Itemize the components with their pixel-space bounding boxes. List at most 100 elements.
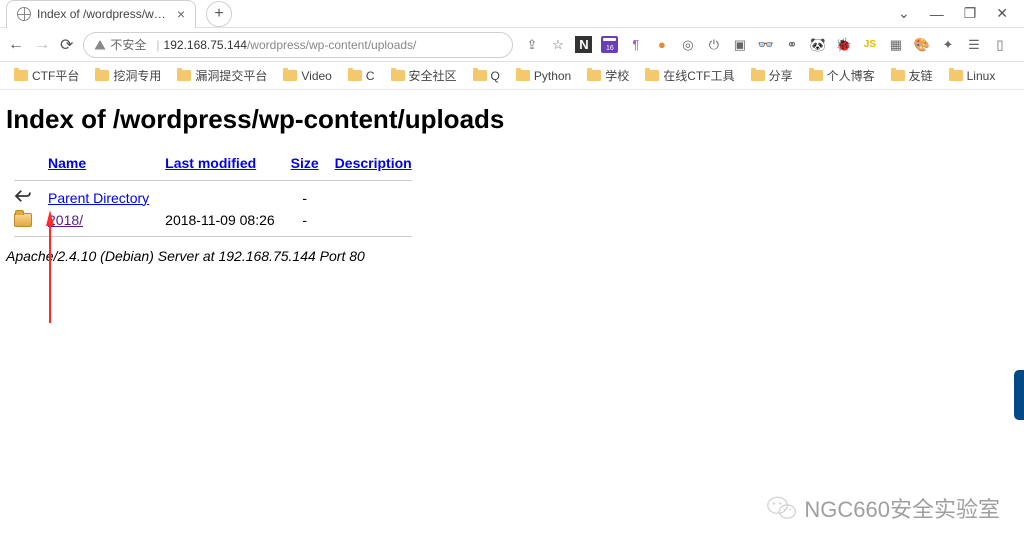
bookmark-label: Video <box>301 69 331 83</box>
close-window-button[interactable]: ✕ <box>996 5 1008 22</box>
bookmark-label: 安全社区 <box>409 67 457 84</box>
toolbar-icons: ⇪ ☆ N ¶ ● ◎ ⏻ ▣ 👓 ⚭ 🐼 🐞 JS ▦ 🎨 ✦ ☰ ▯ ⋮ <box>523 36 1024 53</box>
ext-icon-link[interactable]: ⚭ <box>783 36 800 53</box>
url-host: 192.168.75.144 <box>164 38 247 52</box>
entry-modified <box>157 186 283 209</box>
table-row: 2018/2018-11-09 08:26- <box>6 209 420 231</box>
window-controls: ⌄ — ❐ ✕ <box>898 5 1018 22</box>
folder-icon <box>516 70 530 81</box>
browser-tab[interactable]: Index of /wordpress/wp-conte × <box>6 0 196 28</box>
page-title: Index of /wordpress/wp-content/uploads <box>6 104 1018 135</box>
insecure-badge[interactable]: 不安全 <box>94 36 146 53</box>
bookmark-label: 个人博客 <box>827 67 875 84</box>
tab-title: Index of /wordpress/wp-conte <box>37 7 169 21</box>
folder-icon <box>391 70 405 81</box>
col-size[interactable]: Size <box>291 155 319 171</box>
bookmark-label: 在线CTF工具 <box>663 67 734 84</box>
side-tab-handle[interactable] <box>1014 370 1024 420</box>
bookmark-item[interactable]: 在线CTF工具 <box>639 65 740 86</box>
back-button[interactable]: ← <box>8 35 24 55</box>
table-row: Parent Directory - <box>6 186 420 209</box>
entry-link[interactable]: 2018/ <box>48 212 83 228</box>
folder-icon <box>587 70 601 81</box>
ext-icon-paint[interactable]: 🎨 <box>913 36 930 53</box>
watermark: NGC660安全实验室 <box>766 492 1000 524</box>
forward-button[interactable]: → <box>34 35 50 55</box>
folder-icon <box>348 70 362 81</box>
entry-modified: 2018-11-09 08:26 <box>157 209 283 231</box>
folder-icon <box>891 70 905 81</box>
folder-icon <box>14 70 28 81</box>
url-path: /wordpress/wp-content/uploads/ <box>247 38 416 52</box>
bookmark-item[interactable]: 学校 <box>581 65 635 86</box>
bookmark-label: C <box>366 69 375 83</box>
close-tab-icon[interactable]: × <box>177 7 185 21</box>
reload-button[interactable]: ⟳ <box>60 35 73 55</box>
new-tab-button[interactable]: + <box>206 1 232 27</box>
directory-listing: Name Last modified Size Description Pare… <box>6 151 420 242</box>
bookmark-label: 分享 <box>769 67 793 84</box>
folder-icon <box>473 70 487 81</box>
ext-icon-target[interactable]: ◎ <box>679 36 696 53</box>
entry-link[interactable]: Parent Directory <box>48 190 149 206</box>
extensions-icon[interactable]: ✦ <box>939 36 956 53</box>
share-icon[interactable]: ⇪ <box>523 36 540 53</box>
ext-icon-panda[interactable]: 🐼 <box>809 36 826 53</box>
page-content: Index of /wordpress/wp-content/uploads N… <box>0 90 1024 278</box>
bookmark-item[interactable]: C <box>342 67 381 85</box>
folder-icon <box>645 70 659 81</box>
ext-icon-glasses[interactable]: 👓 <box>757 36 774 53</box>
col-modified[interactable]: Last modified <box>165 155 256 171</box>
address-bar: ← → ⟳ 不安全 | 192.168.75.144/wordpress/wp-… <box>0 28 1024 62</box>
star-icon[interactable]: ☆ <box>549 36 566 53</box>
ext-icon-power[interactable]: ⏻ <box>705 36 722 53</box>
folder-icon <box>809 70 823 81</box>
bookmark-item[interactable]: 友链 <box>885 65 939 86</box>
back-icon <box>14 189 32 203</box>
wechat-icon <box>766 492 798 524</box>
folder-icon <box>177 70 191 81</box>
ext-icon-browser[interactable]: ▦ <box>887 36 904 53</box>
bookmark-item[interactable]: Linux <box>943 67 1002 85</box>
bookmark-list-icon[interactable]: ☰ <box>965 36 982 53</box>
bookmark-item[interactable]: 个人博客 <box>803 65 881 86</box>
bookmark-item[interactable]: 漏洞提交平台 <box>171 65 273 86</box>
chevron-down-icon[interactable]: ⌄ <box>898 5 910 22</box>
bookmark-item[interactable]: Video <box>277 67 337 85</box>
bookmark-label: 学校 <box>605 67 629 84</box>
insecure-label: 不安全 <box>110 36 146 53</box>
ext-icon-calendar[interactable] <box>601 36 618 53</box>
ext-icon-js[interactable]: JS <box>861 36 878 53</box>
ext-icon-cookie[interactable]: ● <box>653 36 670 53</box>
bookmark-label: 漏洞提交平台 <box>195 67 267 84</box>
col-name[interactable]: Name <box>48 155 86 171</box>
folder-icon <box>95 70 109 81</box>
maximize-button[interactable]: ❐ <box>964 5 977 22</box>
titlebar: Index of /wordpress/wp-conte × + ⌄ — ❐ ✕ <box>0 0 1024 28</box>
bookmark-item[interactable]: Q <box>467 67 506 85</box>
bookmark-item[interactable]: 挖洞专用 <box>89 65 167 86</box>
menu-icon[interactable]: ⋮ <box>1017 36 1024 53</box>
bookmark-item[interactable]: CTF平台 <box>8 65 85 86</box>
ext-icon-noscript[interactable]: N <box>575 36 592 53</box>
ext-icon-paragraph[interactable]: ¶ <box>627 36 644 53</box>
ext-icon-square[interactable]: ▣ <box>731 36 748 53</box>
col-desc[interactable]: Description <box>335 155 412 171</box>
bookmarks-bar: CTF平台 挖洞专用 漏洞提交平台 Video C 安全社区 QPython 学校 在线CTF工… <box>0 62 1024 90</box>
bookmark-label: 挖洞专用 <box>113 67 161 84</box>
bookmark-item[interactable]: 安全社区 <box>385 65 463 86</box>
profile-icon[interactable]: ▯ <box>991 36 1008 53</box>
bookmark-label: Linux <box>967 69 996 83</box>
url-input[interactable]: 不安全 | 192.168.75.144/wordpress/wp-conten… <box>83 32 513 58</box>
warning-icon <box>94 39 106 51</box>
bookmark-item[interactable]: Python <box>510 67 577 85</box>
ext-icon-bug[interactable]: 🐞 <box>835 36 852 53</box>
folder-icon <box>751 70 765 81</box>
bookmark-item[interactable]: 分享 <box>745 65 799 86</box>
minimize-button[interactable]: — <box>930 6 944 22</box>
entry-size: - <box>283 209 327 231</box>
bookmark-label: 友链 <box>909 67 933 84</box>
globe-icon <box>17 7 31 21</box>
entry-size: - <box>283 186 327 209</box>
server-signature: Apache/2.4.10 (Debian) Server at 192.168… <box>6 248 1018 264</box>
